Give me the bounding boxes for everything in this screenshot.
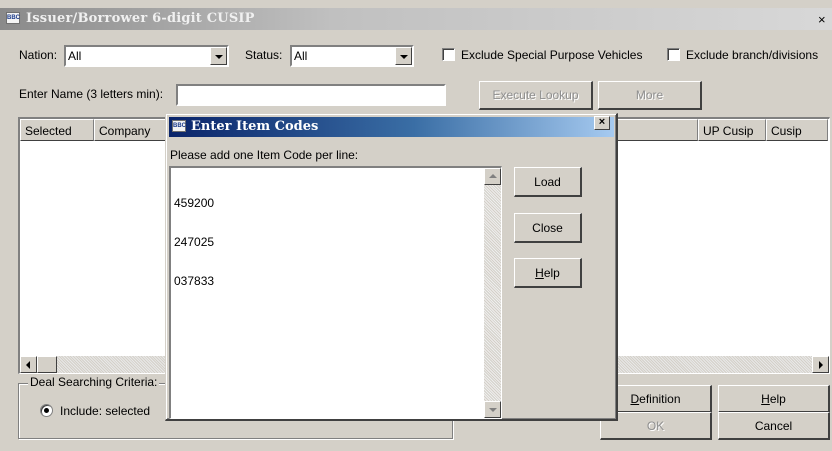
definition-label: efinition: [639, 391, 681, 406]
include-selected-label: Include: selected: [60, 404, 151, 418]
dialog-help-mnemonic: H: [535, 265, 544, 280]
window-title: Issuer/Borrower 6-digit CUSIP: [26, 11, 255, 26]
dialog-instruction: Please add one Item Code per line:: [170, 148, 359, 162]
status-dropdown-arrow-icon[interactable]: [395, 47, 412, 65]
column-header-company[interactable]: Company: [94, 119, 168, 141]
scroll-left-icon[interactable]: [20, 356, 37, 373]
more-button[interactable]: More: [598, 81, 702, 110]
exclude-branch-checkbox[interactable]: [667, 48, 680, 61]
definition-mnemonic: D: [630, 391, 640, 406]
cancel-label: Cancel: [754, 418, 793, 433]
name-input[interactable]: [176, 84, 446, 106]
scroll-thumb[interactable]: [37, 356, 57, 373]
nation-select[interactable]: All: [64, 45, 229, 67]
status-value: All: [294, 49, 308, 63]
include-selected-radio[interactable]: [40, 404, 53, 417]
help-label: elp: [769, 391, 786, 406]
exclude-spv-label: Exclude Special Purpose Vehicles: [461, 48, 643, 62]
status-select[interactable]: All: [290, 45, 414, 67]
item-code-line: 247025: [174, 235, 215, 249]
close-label: Close: [532, 220, 563, 235]
enter-item-codes-dialog: BBC Enter Item Codes × Please add one It…: [165, 113, 618, 421]
item-codes-vertical-scrollbar[interactable]: [484, 168, 501, 418]
cancel-button[interactable]: Cancel: [718, 412, 830, 440]
nation-value: All: [68, 49, 82, 63]
load-button[interactable]: Load: [514, 167, 582, 197]
scroll-down-icon[interactable]: [484, 401, 501, 418]
dialog-help-button[interactable]: Help: [514, 258, 582, 288]
column-header-cusip[interactable]: Cusip: [766, 119, 828, 141]
main-titlebar[interactable]: BBC Issuer/Borrower 6-digit CUSIP: [0, 8, 832, 30]
dialog-close-button[interactable]: ×: [594, 116, 610, 130]
nation-label: Nation:: [19, 48, 58, 62]
status-label: Status:: [245, 48, 283, 62]
load-label: Load: [534, 174, 561, 189]
item-code-line: 037833: [174, 274, 215, 288]
scroll-right-icon[interactable]: [812, 356, 829, 373]
column-header-selected[interactable]: Selected: [20, 119, 94, 141]
dialog-title: Enter Item Codes: [191, 119, 319, 134]
column-header-up-cusip[interactable]: UP Cusip: [698, 119, 766, 141]
item-codes-text: 459200 247025 037833: [174, 171, 214, 314]
app-icon: BBC: [6, 12, 20, 24]
more-label: More: [635, 88, 664, 102]
item-code-line: 459200: [174, 196, 215, 210]
help-mnemonic: H: [761, 391, 770, 406]
exclude-spv-checkbox[interactable]: [442, 48, 455, 61]
dialog-help-label: elp: [543, 265, 560, 280]
name-label: Enter Name (3 letters min):: [19, 87, 164, 101]
dialog-titlebar[interactable]: BBC Enter Item Codes: [169, 117, 614, 137]
dialog-app-icon: BBC: [172, 120, 186, 132]
item-codes-textarea[interactable]: 459200 247025 037833: [169, 166, 502, 419]
window-close-button[interactable]: ×: [818, 12, 826, 27]
execute-lookup-label: Execute Lookup: [492, 88, 579, 102]
help-button[interactable]: Help: [718, 385, 830, 413]
deal-criteria-title: Deal Searching Criteria:: [28, 375, 160, 389]
ok-label: OK: [646, 418, 665, 433]
exclude-branch-label: Exclude branch/divisions: [686, 48, 819, 62]
execute-lookup-button[interactable]: Execute Lookup: [479, 81, 593, 110]
close-button[interactable]: Close: [514, 213, 582, 243]
nation-dropdown-arrow-icon[interactable]: [210, 47, 227, 65]
scroll-up-icon[interactable]: [484, 168, 501, 185]
